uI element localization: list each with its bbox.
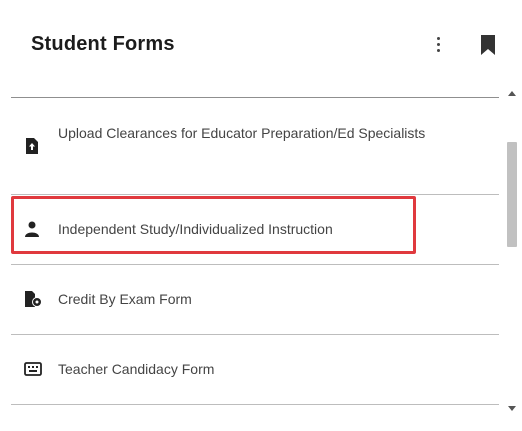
panel-header: Student Forms bbox=[0, 0, 522, 90]
scroll-down-arrow-icon[interactable] bbox=[508, 406, 516, 411]
more-vertical-icon[interactable] bbox=[430, 33, 446, 57]
list-item-label: Independent Study/Individualized Instruc… bbox=[58, 221, 333, 237]
person-icon bbox=[24, 221, 40, 237]
file-settings-icon bbox=[24, 291, 42, 307]
page-title: Student Forms bbox=[31, 33, 175, 55]
file-upload-icon bbox=[24, 138, 40, 154]
keyboard-icon bbox=[24, 362, 42, 378]
list-item-upload-clearances[interactable]: Upload Clearances for Educator Preparati… bbox=[11, 98, 499, 195]
list-item-label: Credit By Exam Form bbox=[58, 291, 192, 307]
scroll-thumb[interactable] bbox=[507, 142, 517, 247]
list-item-label: Upload Clearances for Educator Preparati… bbox=[58, 125, 426, 141]
bookmark-icon[interactable] bbox=[480, 34, 496, 56]
list-item-credit-by-exam[interactable]: Credit By Exam Form bbox=[11, 265, 499, 335]
forms-list: Upload Clearances for Educator Preparati… bbox=[11, 97, 503, 411]
scroll-up-arrow-icon[interactable] bbox=[508, 91, 516, 96]
list-item-label: Teacher Candidacy Form bbox=[58, 361, 215, 377]
list-item-teacher-candidacy[interactable]: Teacher Candidacy Form bbox=[11, 335, 499, 405]
list-item-independent-study[interactable]: Independent Study/Individualized Instruc… bbox=[11, 195, 499, 265]
scrollbar[interactable] bbox=[505, 87, 519, 413]
